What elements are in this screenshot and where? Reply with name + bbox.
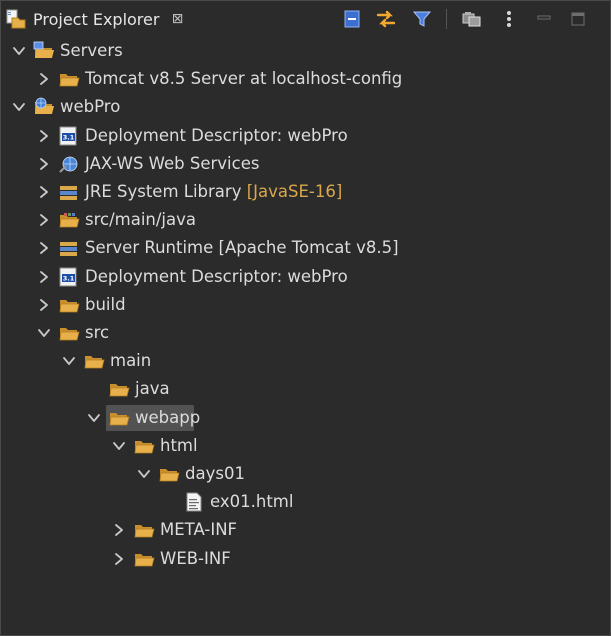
deployment-descriptor-icon: 3.1 [58, 266, 80, 288]
chevron-right-icon[interactable] [111, 551, 127, 567]
tree-item-label: Tomcat v8.5 Server at localhost-config [85, 69, 403, 89]
chevron-right-icon[interactable] [36, 212, 52, 228]
tree-item-label: webapp [135, 407, 201, 427]
tree-item-label: ex01.html [210, 492, 294, 512]
tree-item[interactable]: src [1, 319, 610, 347]
filter-icon [412, 11, 432, 27]
tree-item[interactable]: java [1, 375, 610, 403]
chevron-right-icon[interactable] [36, 269, 52, 285]
tree-item-decoration: [JavaSE-16] [246, 182, 343, 201]
select-working-set-button[interactable] [459, 7, 485, 31]
folder-icon [58, 294, 80, 316]
folder-icon [83, 350, 105, 372]
folder-icon [108, 378, 130, 400]
folder-icon [133, 435, 155, 457]
chevron-right-icon[interactable] [36, 240, 52, 256]
minimize-button[interactable] [531, 7, 557, 31]
chevron-down-icon[interactable] [11, 99, 27, 115]
chevron-down-icon[interactable] [61, 353, 77, 369]
tree-item-label: days01 [185, 464, 245, 483]
chevron-right-icon[interactable] [36, 297, 52, 313]
minimize-icon [537, 15, 551, 20]
svg-text:3.1: 3.1 [63, 274, 75, 282]
tree-item-label: src [85, 323, 110, 342]
tree-item-label: META-INF [160, 520, 238, 540]
tree-item-label: webPro [60, 97, 121, 117]
tree-item[interactable]: Server Runtime [Apache Tomcat v8.5] [1, 234, 610, 262]
select-working-set-icon [462, 12, 481, 27]
chevron-right-icon[interactable] [36, 71, 52, 87]
toolbar-separator [446, 9, 447, 29]
tree-item[interactable]: ex01.html [1, 488, 610, 516]
tree-item[interactable]: src/main/java [1, 206, 610, 234]
filter-button[interactable] [409, 7, 435, 31]
maximize-icon [571, 12, 585, 26]
collapse-all-button[interactable] [339, 7, 365, 31]
tree-item-label: build [85, 294, 126, 314]
chevron-right-icon[interactable] [111, 522, 127, 538]
chevron-down-icon[interactable] [136, 466, 152, 482]
chevron-down-icon[interactable] [111, 438, 127, 454]
library-icon [58, 237, 80, 259]
html-file-icon [183, 491, 205, 513]
folder-icon [58, 68, 80, 90]
svg-text:3.1: 3.1 [63, 133, 75, 141]
project-explorer-view: Project Explorer ⊠ Servers Tomcat v8.5 S… [0, 0, 611, 636]
close-view-icon[interactable]: ⊠ [169, 11, 185, 27]
tree-item[interactable]: Tomcat v8.5 Server at localhost-config [1, 65, 610, 93]
tree-item[interactable]: webapp [1, 404, 610, 432]
folder-icon [158, 463, 180, 485]
tree-item[interactable]: 3.1 Deployment Descriptor: webPro [1, 263, 610, 291]
library-icon [58, 181, 80, 203]
tree-item[interactable]: days01 [1, 460, 610, 488]
tree-item-label: java [135, 379, 170, 399]
view-header: Project Explorer ⊠ [1, 1, 610, 37]
collapse-all-icon [344, 10, 360, 28]
deployment-descriptor-icon: 3.1 [58, 125, 80, 147]
tree-item-label: html [160, 435, 198, 455]
tree-item[interactable]: webPro [1, 93, 610, 121]
tree-item-label: JRE System Library [JavaSE-16] [85, 182, 343, 201]
tree-item-label: WEB-INF [160, 548, 231, 568]
tree-item[interactable]: 3.1 Deployment Descriptor: webPro [1, 122, 610, 150]
chevron-right-icon[interactable] [36, 156, 52, 172]
view-menu-icon [507, 11, 511, 27]
tree-item-label: main [110, 351, 152, 371]
folder-icon [108, 407, 130, 429]
web-services-icon [58, 153, 80, 175]
tree-item[interactable]: Servers [1, 37, 610, 65]
source-folder-icon [58, 209, 80, 231]
tree-item[interactable]: JAX-WS Web Services [1, 150, 610, 178]
folder-icon [133, 519, 155, 541]
maximize-button[interactable] [565, 7, 591, 31]
tree-item[interactable]: JRE System Library [JavaSE-16] [1, 178, 610, 206]
tree-item[interactable]: META-INF [1, 516, 610, 544]
tree-item[interactable]: build [1, 291, 610, 319]
tree-item-label: Deployment Descriptor: webPro [85, 125, 348, 145]
view-title: Project Explorer [33, 9, 160, 29]
tree-item-label: src/main/java [85, 210, 197, 230]
folder-icon [58, 322, 80, 344]
view-tab[interactable]: Project Explorer ⊠ [5, 5, 185, 33]
project-explorer-icon [6, 9, 26, 29]
tree-item-label: JAX-WS Web Services [85, 153, 260, 173]
chevron-right-icon[interactable] [36, 128, 52, 144]
tree-item-label: Deployment Descriptor: webPro [85, 266, 348, 286]
tree-item-label: Servers [60, 41, 123, 60]
server-folder-icon [33, 40, 55, 62]
chevron-down-icon[interactable] [36, 325, 52, 341]
tree-item-label: Server Runtime [Apache Tomcat v8.5] [85, 238, 399, 258]
tree-item[interactable]: main [1, 347, 610, 375]
link-with-editor-button[interactable] [373, 7, 399, 31]
chevron-right-icon[interactable] [36, 184, 52, 200]
tree-item[interactable]: WEB-INF [1, 545, 610, 573]
folder-icon [133, 548, 155, 570]
link-with-editor-icon [376, 10, 396, 28]
chevron-down-icon[interactable] [11, 43, 27, 59]
tree-item[interactable]: html [1, 432, 610, 460]
web-project-icon [33, 96, 55, 118]
view-menu-button[interactable] [496, 7, 522, 31]
chevron-down-icon[interactable] [86, 410, 102, 426]
